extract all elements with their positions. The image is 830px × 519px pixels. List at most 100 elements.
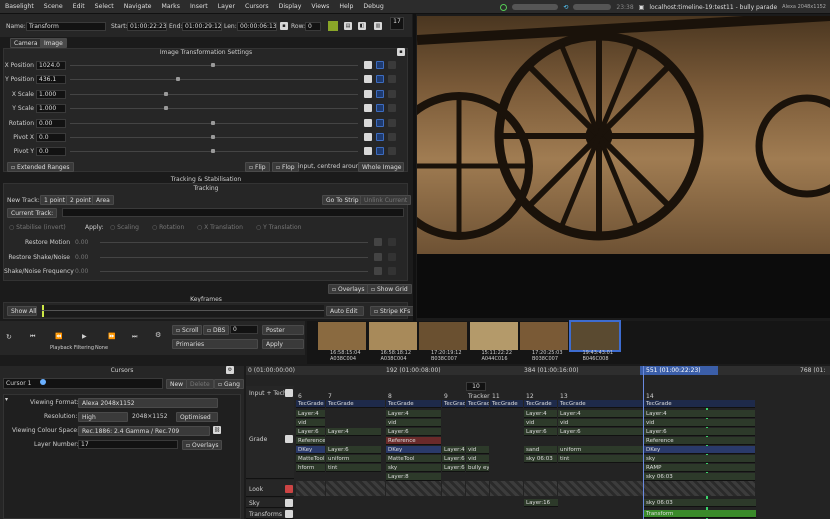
layer-number-field[interactable]: 17 — [78, 440, 178, 449]
tech-clip[interactable]: TecGrade — [466, 400, 489, 408]
step-back-icon[interactable]: ⏪ — [55, 333, 62, 340]
link-icon[interactable] — [376, 104, 384, 113]
gang-button[interactable]: ▫ Gang — [214, 379, 244, 389]
grade-clip[interactable]: bully eyle — [466, 464, 489, 472]
tracking-row-slider[interactable] — [100, 271, 368, 272]
grade-clip[interactable]: uniform — [326, 455, 381, 463]
grade-clip[interactable]: Layer:6 — [296, 428, 325, 436]
curve-icon[interactable] — [388, 118, 396, 127]
slider-knob[interactable] — [164, 106, 168, 111]
curve-icon[interactable] — [388, 104, 396, 113]
rotation-toggle[interactable]: ○ Rotation — [152, 224, 184, 231]
grade-clip[interactable]: DKey — [296, 446, 325, 454]
keyframe-icon[interactable] — [374, 267, 382, 275]
link-icon[interactable] — [376, 133, 384, 141]
viewing-format-select[interactable]: Alexa 2048x1152 — [78, 398, 218, 408]
menu-views[interactable]: Views — [306, 3, 334, 10]
grade-clip[interactable]: sky 06:03 — [644, 473, 755, 481]
image-viewer[interactable] — [417, 16, 830, 254]
colour-lock-icon[interactable]: ⛓ — [213, 426, 221, 434]
curve-icon[interactable] — [388, 267, 396, 275]
optimised-select[interactable]: Optimised — [176, 412, 218, 422]
dbs-field[interactable]: 0 — [230, 325, 258, 334]
grade-clip[interactable]: hform — [296, 464, 325, 472]
slider-knob[interactable] — [164, 91, 168, 96]
curve-icon[interactable] — [388, 89, 396, 98]
menu-navigate[interactable]: Navigate — [119, 3, 157, 10]
grade-clip[interactable]: sky — [386, 464, 441, 472]
colour-space-select[interactable]: Rec.1886: 2.4 Gamma / Rec.709 — [78, 426, 210, 436]
start-field[interactable]: 01:00:22:23 — [127, 22, 167, 31]
keyframe-icon[interactable] — [364, 104, 372, 113]
link-icon[interactable] — [376, 147, 384, 156]
param-slider[interactable] — [70, 135, 358, 139]
keyframe-icon[interactable] — [374, 238, 382, 246]
grade-clip[interactable]: RAMP — [644, 464, 755, 472]
param-value[interactable]: 1.000 — [36, 89, 66, 99]
len-field[interactable]: 00:00:06:13 — [237, 22, 277, 31]
tab-camera[interactable]: Camera — [10, 38, 42, 48]
tech-clip[interactable]: TecGrade — [326, 400, 385, 408]
grade-clip[interactable]: Layer:4 — [558, 410, 643, 418]
slider-knob[interactable] — [211, 120, 215, 125]
tools-icon[interactable]: ⚙ — [155, 331, 161, 339]
menu-marks[interactable]: Marks — [157, 3, 185, 10]
playback-filtering-value[interactable]: None — [95, 345, 108, 351]
scroll-button[interactable]: ▫ Scroll — [172, 325, 203, 335]
two-point-button[interactable]: 2 point — [66, 195, 96, 205]
param-slider[interactable] — [70, 106, 358, 111]
clip-thumbnail[interactable] — [520, 322, 568, 350]
param-value[interactable]: 0.0 — [36, 133, 66, 142]
look-clip[interactable] — [386, 481, 441, 496]
look-clip[interactable] — [524, 481, 557, 496]
step-forward-icon[interactable]: ⏩ — [108, 333, 115, 340]
stripe-kfs-button[interactable]: ▫ Stripe KFs — [370, 306, 415, 316]
grade-clip[interactable]: sky 06:03 — [524, 455, 557, 463]
track-toggle-icon[interactable] — [285, 434, 293, 443]
keyframe-icon[interactable] — [364, 61, 372, 69]
slider-knob[interactable] — [176, 77, 180, 82]
param-slider[interactable] — [70, 63, 358, 67]
link-icon[interactable] — [376, 118, 384, 127]
param-value[interactable]: 1.000 — [36, 104, 66, 114]
solo-icon[interactable]: ◧ — [358, 22, 366, 30]
grade-clip[interactable]: Layer:4 — [296, 410, 325, 418]
menu-select[interactable]: Select — [90, 3, 119, 10]
slider-knob[interactable] — [211, 149, 215, 154]
area-button[interactable]: Area — [92, 195, 114, 205]
search-icon[interactable]: ⟲ — [563, 4, 568, 11]
grade-clip[interactable]: Reference — [296, 437, 325, 445]
grade-clip[interactable]: sand — [524, 446, 557, 454]
tech-clip[interactable]: TecGrade — [644, 400, 755, 408]
dbs-button[interactable]: ▫ DBS — [203, 325, 230, 335]
sky-layer-clip[interactable]: Layer:16 — [524, 499, 558, 507]
grade-clip[interactable]: Layer:4 — [524, 410, 557, 418]
goto-strip-button[interactable]: Go To Strip — [322, 195, 363, 205]
skip-end-icon[interactable]: ⏭ — [132, 333, 137, 341]
x-translation-toggle[interactable]: ○ X Translation — [197, 224, 243, 231]
grade-clip[interactable]: vid — [644, 419, 755, 427]
clip-thumbnail[interactable] — [568, 320, 621, 352]
cursor-overlays-button[interactable]: ▫ Overlays — [182, 440, 223, 450]
settings-icon[interactable]: ▥ — [374, 22, 382, 30]
layer-counter[interactable]: 17 — [390, 17, 404, 30]
menu-display[interactable]: Display — [274, 3, 307, 10]
grade-clip[interactable]: Layer:8 — [386, 473, 441, 481]
clip-thumbnail[interactable] — [368, 322, 417, 350]
name-field[interactable]: Transform — [26, 22, 106, 31]
param-slider[interactable] — [70, 120, 358, 125]
grade-clip[interactable]: Layer:6 — [558, 428, 643, 436]
menu-scene[interactable]: Scene — [39, 3, 68, 10]
grade-clip[interactable]: MatteTool — [296, 455, 325, 463]
grade-clip[interactable]: Layer:6 — [644, 428, 755, 436]
primaries-select[interactable]: Primaries — [172, 339, 258, 349]
grade-clip[interactable]: Layer:6 — [442, 455, 465, 463]
menu-edit[interactable]: Edit — [68, 3, 90, 10]
keyframe-strip[interactable] — [42, 305, 324, 317]
tracking-row-slider[interactable] — [100, 242, 368, 243]
keyframe-icon[interactable] — [374, 252, 382, 261]
curve-icon[interactable] — [388, 61, 396, 69]
stabilise-toggle[interactable]: ○ Stabilise (invert) — [9, 224, 66, 231]
look-clip[interactable] — [558, 481, 643, 496]
resolution-select[interactable]: High — [78, 412, 128, 422]
